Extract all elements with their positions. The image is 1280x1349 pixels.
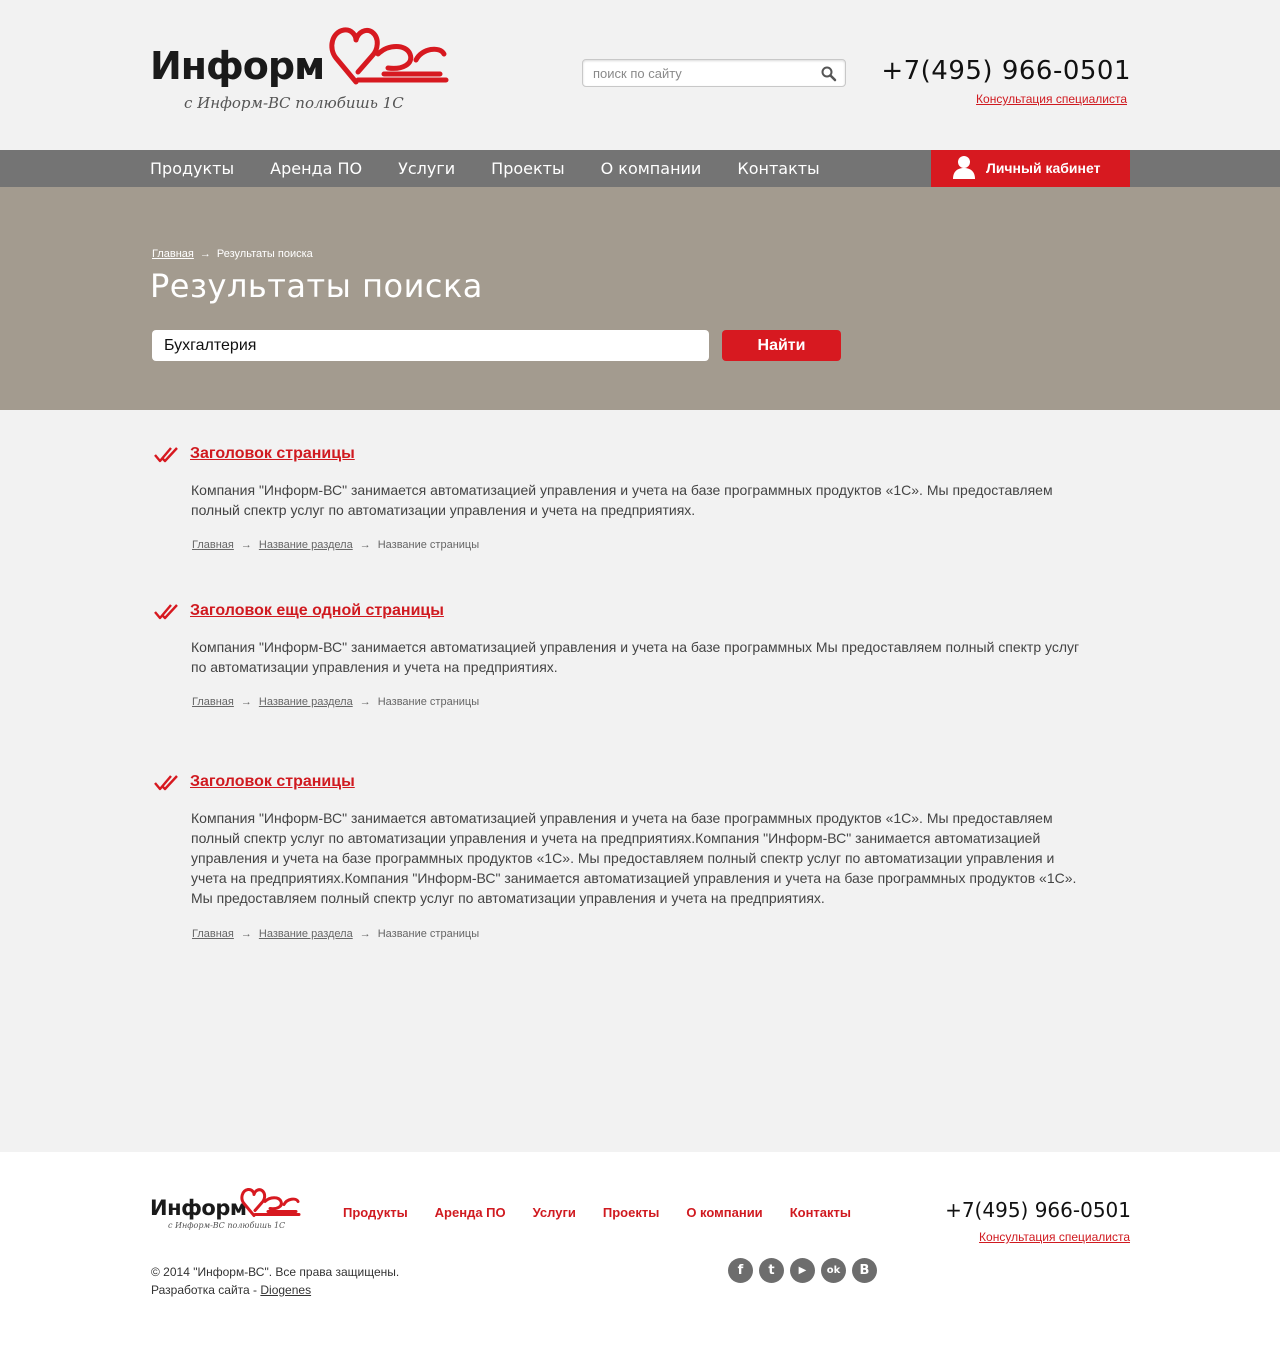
nav-item-products[interactable]: Продукты [150, 150, 234, 187]
copyright-text: © 2014 "Информ-ВС". Все права защищены. [151, 1265, 400, 1279]
breadcrumb-arrow-icon: → [359, 539, 371, 551]
breadcrumb: Главная → Результаты поиска [152, 248, 313, 260]
logo[interactable]: Информ с Информ-ВС полюбишь 1С [150, 22, 460, 122]
breadcrumb-arrow-icon: → [240, 696, 252, 708]
breadcrumb-current: Результаты поиска [216, 248, 313, 260]
personal-cabinet-button[interactable]: Личный кабинет [931, 150, 1130, 187]
footer-phone: +7(495) 966-0501 [945, 1198, 1131, 1222]
footer-nav-contacts[interactable]: Контакты [790, 1205, 851, 1220]
consult-link[interactable]: Консультация специалиста [976, 92, 1127, 106]
footer-logo-tagline: с Информ-ВС полюбишь 1С [168, 1221, 286, 1230]
developer-credit: Разработка сайта - Diogenes [151, 1281, 399, 1299]
breadcrumb-home[interactable]: Главная [152, 248, 194, 260]
search-result: Заголовок еще одной страницы Компания "И… [150, 602, 1090, 723]
result-breadcrumb: Главная → Название раздела → Название страни… [192, 539, 479, 551]
youtube-icon[interactable]: ▶ [790, 1258, 815, 1283]
header-phone: +7(495) 966-0501 [881, 56, 1131, 86]
nav-item-contacts[interactable]: Контакты [737, 150, 819, 187]
search-result: Заголовок страницы Компания "Информ-ВС" … [150, 445, 1090, 566]
user-icon [953, 156, 975, 179]
odnoklassniki-icon[interactable]: ok [821, 1258, 846, 1283]
footer-nav-products[interactable]: Продукты [343, 1205, 408, 1220]
site-search-input[interactable] [583, 60, 803, 86]
breadcrumb-arrow-icon: → [359, 696, 371, 708]
result-crumb-home[interactable]: Главная [192, 539, 234, 551]
twitter-icon[interactable]: t [759, 1258, 784, 1283]
footer-consult-link[interactable]: Консультация специалиста [979, 1230, 1130, 1244]
footer-logo-text: Информ [150, 1196, 247, 1220]
search-banner: Главная → Результаты поиска Результаты пои… [0, 187, 1280, 410]
breadcrumb-arrow-icon: → [199, 248, 211, 260]
footer-nav: Продукты Аренда ПО Услуги Проекты О комп… [343, 1205, 878, 1220]
double-check-icon [154, 447, 178, 463]
vkontakte-icon[interactable]: B [852, 1258, 877, 1283]
social-links: f t ▶ ok B [728, 1258, 883, 1283]
find-button[interactable]: Найти [722, 330, 841, 361]
site-search [582, 59, 846, 87]
result-crumb-page: Название страницы [377, 539, 480, 551]
breadcrumb-arrow-icon: → [240, 539, 252, 551]
search-query-input[interactable] [152, 330, 709, 361]
nav-item-rent[interactable]: Аренда ПО [270, 150, 362, 187]
result-title[interactable]: Заголовок страницы [190, 773, 355, 791]
search-result: Заголовок страницы Компания "Информ-ВС" … [150, 773, 1090, 954]
logo-text: Информ [150, 44, 325, 88]
result-crumb-home[interactable]: Главная [192, 696, 234, 708]
footer-nav-rent[interactable]: Аренда ПО [435, 1205, 506, 1220]
breadcrumb-arrow-icon: → [240, 928, 252, 940]
copyright: © 2014 "Информ-ВС". Все права защищены. … [151, 1263, 399, 1299]
nav-item-projects[interactable]: Проекты [491, 150, 564, 187]
double-check-icon [154, 604, 178, 620]
result-snippet: Компания "Информ-ВС" занимается автомати… [191, 810, 1077, 906]
footer-nav-services[interactable]: Услуги [533, 1205, 576, 1220]
result-crumb-page: Название страницы [377, 696, 480, 708]
result-crumb-page: Название страницы [377, 928, 480, 940]
result-snippet: Компания "Информ-ВС" занимается автомати… [191, 482, 1053, 518]
result-crumb-section[interactable]: Название раздела [259, 539, 353, 551]
site-header: Информ с Информ-ВС полюбишь 1С +7(495) 9… [0, 0, 1280, 150]
result-crumb-home[interactable]: Главная [192, 928, 234, 940]
result-snippet: Компания "Информ-ВС" занимается автомати… [191, 639, 1080, 675]
logo-heart-mark-icon [329, 27, 449, 85]
developer-prefix: Разработка сайта - [151, 1283, 261, 1297]
footer-nav-about[interactable]: О компании [686, 1205, 762, 1220]
footer-logo[interactable]: Информ с Информ-ВС полюбишь 1С [150, 1186, 310, 1236]
nav-item-services[interactable]: Услуги [398, 150, 455, 187]
facebook-icon[interactable]: f [728, 1258, 753, 1283]
nav-item-about[interactable]: О компании [601, 150, 702, 187]
result-title[interactable]: Заголовок еще одной страницы [190, 602, 444, 620]
logo-heart-mark-icon [240, 1187, 301, 1217]
page-title: Результаты поиска [150, 267, 483, 305]
double-check-icon [154, 775, 178, 791]
site-footer: Информ с Информ-ВС полюбишь 1С Продукты … [0, 1152, 1280, 1349]
developer-link[interactable]: Diogenes [260, 1283, 311, 1297]
breadcrumb-arrow-icon: → [359, 928, 371, 940]
logo-tagline: с Информ-ВС полюбишь 1С [184, 94, 404, 112]
result-crumb-section[interactable]: Название раздела [259, 928, 353, 940]
footer-nav-projects[interactable]: Проекты [603, 1205, 659, 1220]
result-crumb-section[interactable]: Название раздела [259, 696, 353, 708]
result-breadcrumb: Главная → Название раздела → Название страни… [192, 696, 479, 708]
result-title[interactable]: Заголовок страницы [190, 445, 355, 463]
result-breadcrumb: Главная → Название раздела → Название страни… [192, 928, 479, 940]
search-icon[interactable] [821, 66, 837, 82]
cabinet-label: Личный кабинет [986, 160, 1101, 176]
